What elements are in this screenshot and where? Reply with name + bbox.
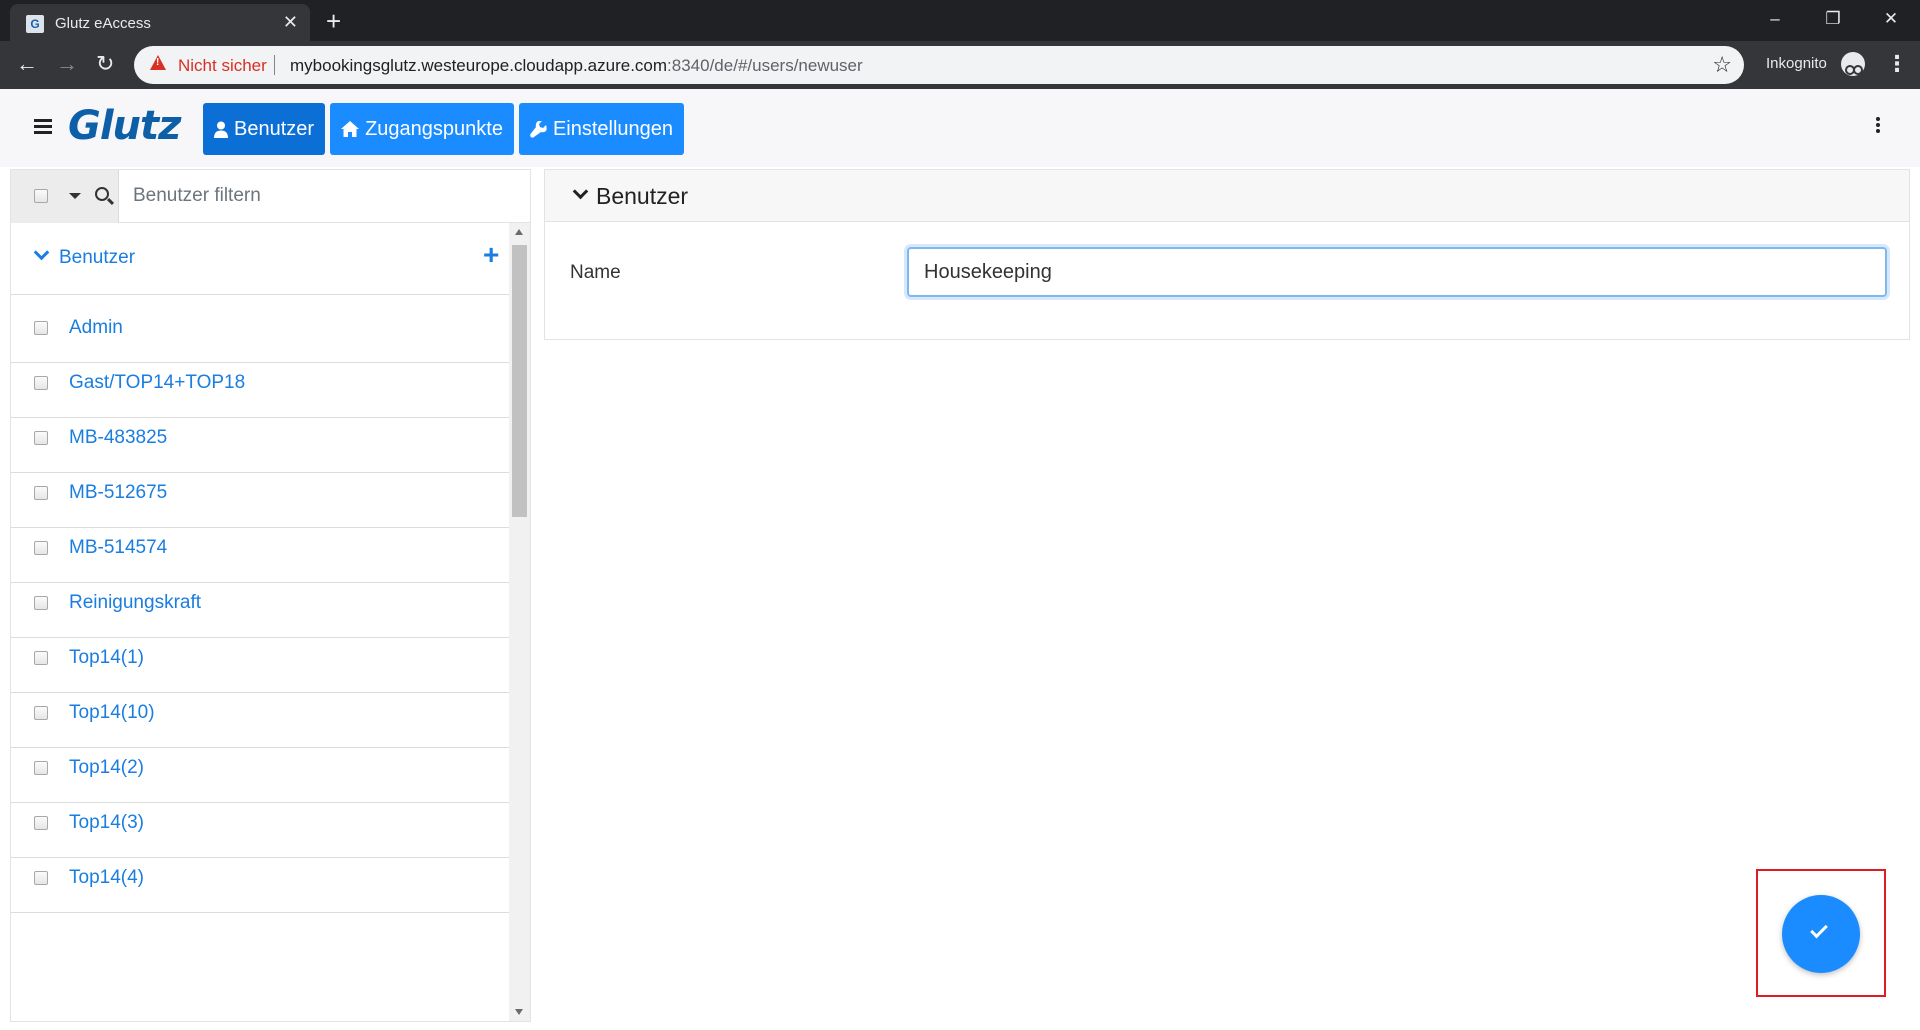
app-menu-icon[interactable]	[1876, 117, 1882, 135]
user-list: Benutzer + Admin Gast/TOP14+TOP18 MB-483…	[11, 223, 509, 1021]
address-bar[interactable]: Nicht sicher mybookingsglutz.westeurope.…	[134, 46, 1744, 84]
list-item-label[interactable]: Top14(2)	[69, 757, 144, 779]
name-label: Name	[570, 262, 621, 283]
list-item-checkbox[interactable]	[34, 761, 48, 775]
reload-button[interactable]: ↻	[96, 51, 114, 77]
chevron-down-icon[interactable]	[572, 183, 589, 200]
minimize-button[interactable]: –	[1746, 0, 1804, 41]
new-tab-button[interactable]: +	[326, 6, 341, 37]
not-secure-label[interactable]: Nicht sicher	[178, 56, 267, 76]
tab-title: Glutz eAccess	[55, 15, 151, 32]
user-detail-card: Benutzer Name	[544, 169, 1910, 340]
scroll-down-icon[interactable]	[515, 1009, 523, 1015]
browser-menu-icon[interactable]: ⋮	[1886, 51, 1908, 77]
list-item-label[interactable]: Top14(10)	[69, 702, 155, 724]
url-path: :8340/de/#/users/newuser	[667, 56, 863, 75]
list-item-label[interactable]: Top14(1)	[69, 647, 144, 669]
group-header-benutzer[interactable]: Benutzer +	[11, 223, 509, 295]
list-scrollbar[interactable]	[509, 223, 530, 1021]
forward-button[interactable]: →	[56, 51, 78, 77]
nav-label: Zugangspunkte	[365, 117, 503, 140]
window-controls: – ❐ ✕	[1746, 0, 1920, 41]
list-item-checkbox[interactable]	[34, 486, 48, 500]
list-item-label[interactable]: MB-512675	[69, 482, 167, 504]
group-label[interactable]: Benutzer	[59, 247, 135, 269]
list-item-label[interactable]: MB-514574	[69, 537, 167, 559]
home-icon	[341, 121, 360, 137]
caret-down-icon[interactable]	[69, 193, 81, 199]
nav-button-zugangspunkte[interactable]: Zugangspunkte	[330, 103, 514, 155]
check-icon	[1810, 920, 1828, 939]
browser-tab-bar: G Glutz eAccess ✕ + – ❐ ✕	[0, 0, 1920, 41]
url-text[interactable]: mybookingsglutz.westeurope.cloudapp.azur…	[290, 56, 863, 76]
user-filter-input[interactable]	[121, 170, 526, 222]
list-item[interactable]: Top14(4)	[11, 846, 509, 913]
list-item-label[interactable]: Top14(4)	[69, 867, 144, 889]
list-item-checkbox[interactable]	[34, 431, 48, 445]
list-item-checkbox[interactable]	[34, 376, 48, 390]
list-item-checkbox[interactable]	[34, 321, 48, 335]
chevron-down-icon[interactable]	[33, 244, 50, 261]
back-button[interactable]: ←	[16, 51, 38, 77]
list-item-label[interactable]: Reinigungskraft	[69, 592, 201, 614]
search-icon	[95, 187, 109, 201]
browser-toolbar: ← → ↻ Nicht sicher mybookingsglutz.weste…	[0, 41, 1920, 89]
warning-icon	[150, 55, 166, 70]
card-header[interactable]: Benutzer	[545, 170, 1909, 222]
name-input[interactable]	[907, 247, 1887, 297]
list-item-label[interactable]: MB-483825	[69, 427, 167, 449]
list-item-checkbox[interactable]	[34, 871, 48, 885]
list-item-label[interactable]: Top14(3)	[69, 812, 144, 834]
favicon-icon: G	[26, 15, 44, 33]
app-header: Glutz Benutzer Zugangspunkte Einstellung…	[0, 89, 1920, 167]
nav-label: Einstellungen	[552, 117, 674, 140]
select-all-checkbox[interactable]	[34, 189, 48, 203]
scroll-thumb[interactable]	[512, 245, 527, 517]
list-item-checkbox[interactable]	[34, 651, 48, 665]
browser-tab[interactable]: G Glutz eAccess ✕	[10, 4, 310, 41]
filter-addon	[11, 170, 119, 223]
list-item-checkbox[interactable]	[34, 706, 48, 720]
user-icon	[214, 121, 228, 138]
url-host: mybookingsglutz.westeurope.cloudapp.azur…	[290, 56, 668, 75]
list-item-checkbox[interactable]	[34, 816, 48, 830]
wrench-icon	[530, 120, 547, 138]
restore-button[interactable]: ❐	[1804, 0, 1862, 41]
close-tab-icon[interactable]: ✕	[283, 12, 298, 33]
scroll-up-icon[interactable]	[515, 229, 523, 235]
nav-button-einstellungen[interactable]: Einstellungen	[518, 103, 685, 155]
list-item-checkbox[interactable]	[34, 541, 48, 555]
main-nav: Benutzer Zugangspunkte Einstellungen	[203, 103, 685, 155]
save-button[interactable]	[1782, 895, 1860, 973]
incognito-label: Inkognito	[1766, 55, 1827, 72]
incognito-icon[interactable]	[1841, 52, 1865, 76]
list-item-label[interactable]: Gast/TOP14+TOP18	[69, 372, 245, 394]
list-item-checkbox[interactable]	[34, 596, 48, 610]
address-separator	[274, 55, 275, 75]
hamburger-menu-icon[interactable]	[34, 119, 52, 134]
nav-label: Benutzer	[234, 117, 315, 140]
glutz-logo[interactable]: Glutz	[68, 103, 181, 149]
card-title: Benutzer	[596, 183, 689, 209]
nav-button-benutzer[interactable]: Benutzer	[203, 103, 326, 155]
list-item-label[interactable]: Admin	[69, 317, 123, 339]
filter-bar	[11, 170, 530, 223]
close-window-button[interactable]: ✕	[1862, 0, 1920, 41]
add-user-icon[interactable]: +	[483, 241, 499, 269]
user-list-panel: Benutzer + Admin Gast/TOP14+TOP18 MB-483…	[10, 169, 531, 1022]
bookmark-star-icon[interactable]: ☆	[1712, 52, 1732, 78]
